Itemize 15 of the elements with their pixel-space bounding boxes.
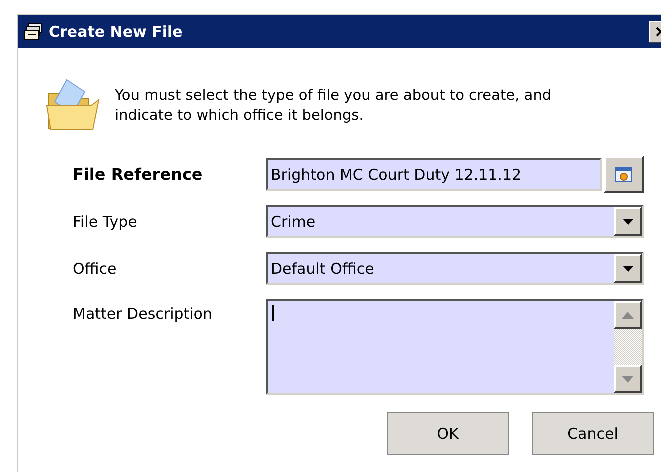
dropdown-arrow-icon: [622, 266, 634, 272]
dialog-button[interactable]: Cancel: [532, 412, 654, 455]
field-label: File Reference: [73, 165, 204, 184]
instruction-text: You must select the type of file you are about to create, and indicate to which office it belongs.: [115, 87, 553, 126]
file-cabinet-icon: [24, 22, 44, 40]
dropdown-arrow-icon: [622, 218, 634, 224]
dialog-button[interactable]: OK: [387, 412, 509, 455]
field-label: File Type: [73, 212, 138, 230]
field-label: Office: [73, 260, 118, 278]
dropdown[interactable]: Default Office: [266, 252, 644, 285]
window-title: Create New File: [49, 22, 184, 40]
dropdown[interactable]: Crime: [266, 205, 644, 238]
reference-field[interactable]: Brighton MC Court Duty 12.11.12: [266, 158, 602, 191]
field-label: Matter Description: [73, 304, 214, 323]
lookup-button[interactable]: [604, 156, 644, 193]
